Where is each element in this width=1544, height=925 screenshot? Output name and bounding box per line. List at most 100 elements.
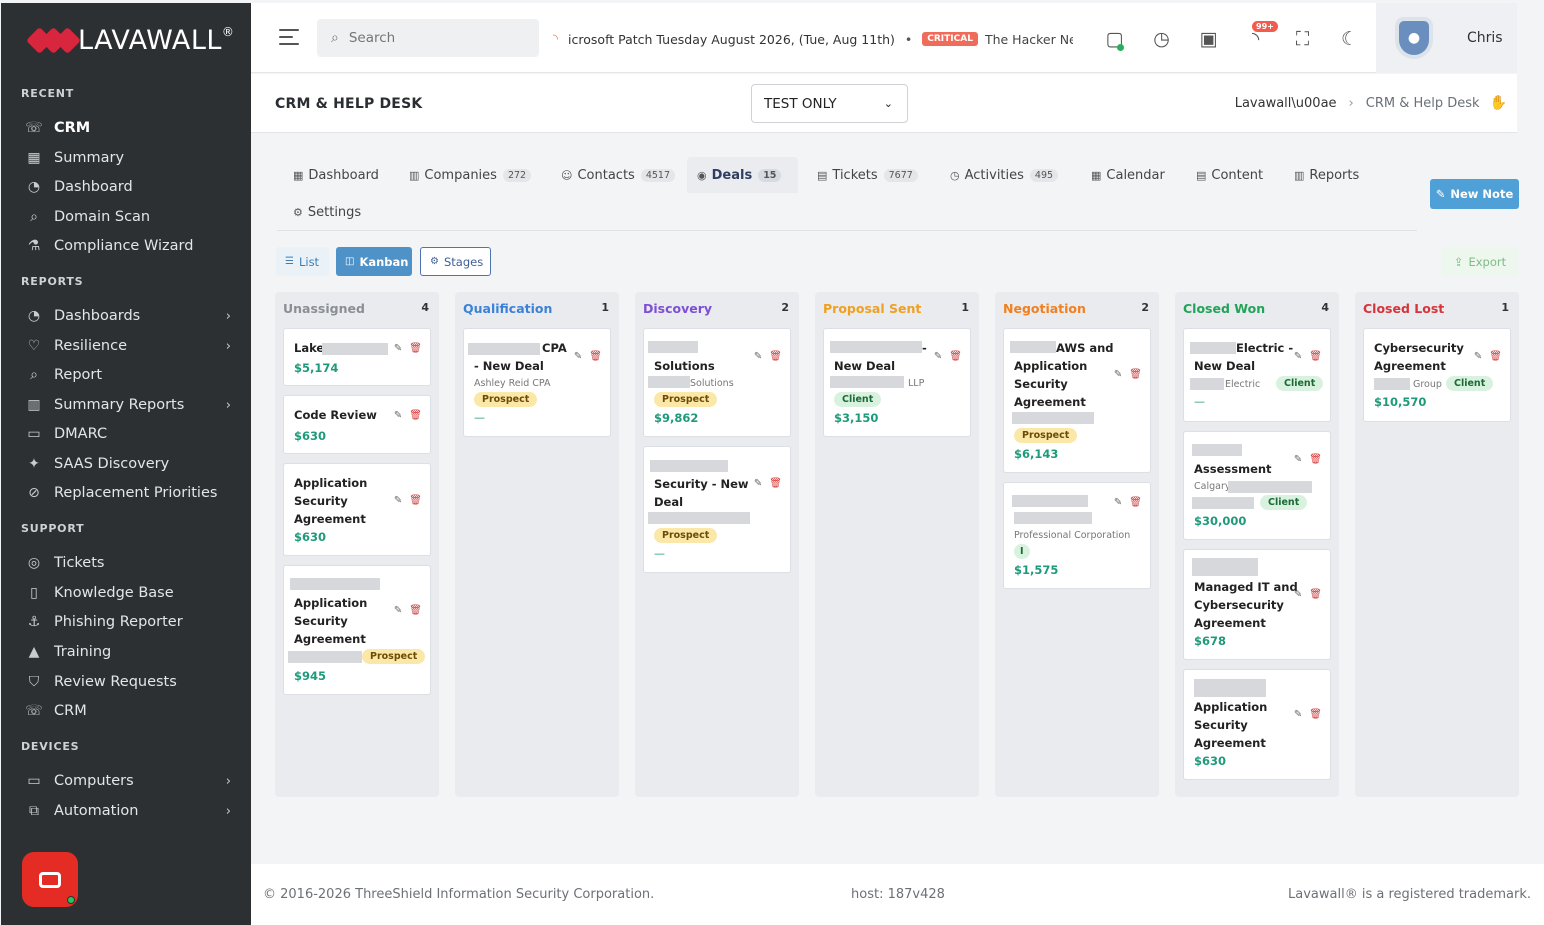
- deal-card[interactable]: CPA - New Deal ✎ 🗑 Ashley Reid CPA Prospe…: [463, 328, 611, 437]
- sidebar-item-training[interactable]: ▲ Training: [25, 640, 237, 664]
- messages-icon[interactable]: ▢: [1091, 25, 1138, 53]
- delete-icon[interactable]: 🗑: [409, 410, 422, 421]
- search-input[interactable]: [348, 30, 509, 46]
- sidebar-item-tickets[interactable]: ◎ Tickets: [25, 551, 237, 575]
- tab-activities[interactable]: ◷ Activities 495: [940, 157, 1068, 193]
- sidebar-item-summary-reports[interactable]: ▥ Summary Reports ›: [25, 393, 237, 417]
- breadcrumb-root[interactable]: Lavawall\u00ae: [1235, 96, 1337, 111]
- export-button[interactable]: ⇪ Export: [1442, 248, 1518, 276]
- delete-icon[interactable]: 🗑: [409, 343, 422, 354]
- tab-deals[interactable]: ◉ Deals 15: [687, 157, 798, 193]
- deal-card[interactable]: Security - New Deal ✎ 🗑 Prospect —: [643, 446, 791, 573]
- sidebar-item-phishing-reporter[interactable]: ⚓ Phishing Reporter: [25, 610, 237, 634]
- delete-icon[interactable]: 🗑: [1309, 351, 1322, 362]
- user-menu[interactable]: ● Chris: [1376, 3, 1517, 73]
- sidebar-item-resilience[interactable]: ♡ Resilience ›: [25, 334, 237, 358]
- sidebar-item-summary[interactable]: ▦ Summary: [25, 146, 237, 170]
- sidebar-item-replacement-priorities[interactable]: ⊘ Replacement Priorities: [25, 481, 237, 505]
- sidebar-item-report[interactable]: ⌕ Report: [25, 363, 237, 387]
- delete-icon[interactable]: 🗑: [1129, 497, 1142, 508]
- timer-icon[interactable]: ◷: [1138, 25, 1185, 53]
- kanban-view-button[interactable]: ◫ Kanban: [336, 247, 412, 276]
- edit-icon[interactable]: ✎: [1294, 454, 1302, 465]
- tab-content[interactable]: ▤ Content: [1186, 157, 1273, 193]
- delete-icon[interactable]: 🗑: [1489, 351, 1502, 362]
- environment-select[interactable]: TEST ONLY ⌄: [751, 84, 908, 123]
- edit-icon[interactable]: ✎: [1294, 589, 1302, 600]
- tab-settings[interactable]: ⚙ Settings: [283, 194, 371, 230]
- tab-count: 495: [1029, 168, 1059, 182]
- delete-icon[interactable]: 🗑: [769, 478, 782, 489]
- deal-card[interactable]: ✎ 🗑 Professional Corporation I $1,575: [1003, 482, 1151, 589]
- edit-icon[interactable]: ✎: [1294, 709, 1302, 720]
- sidebar-item-saas-discovery[interactable]: ✦ SAAS Discovery: [25, 452, 237, 476]
- sidebar-item-dashboards[interactable]: ◔ Dashboards ›: [25, 304, 237, 328]
- deal-card[interactable]: Electric - New Deal ✎ 🗑 Electric Client —: [1183, 328, 1331, 422]
- sidebar-item-automation[interactable]: ⧉ Automation ›: [25, 799, 237, 823]
- sidebar-item-compliance-wizard[interactable]: ⚗ Compliance Wizard: [25, 234, 237, 258]
- tab-reports[interactable]: ▥ Reports: [1284, 157, 1369, 193]
- ticker-text[interactable]: icrosoft Patch Tuesday August 2026, (Tue…: [568, 32, 895, 47]
- edit-icon[interactable]: ✎: [394, 605, 402, 616]
- edit-icon[interactable]: ✎: [394, 410, 402, 421]
- edit-icon[interactable]: ✎: [934, 351, 942, 362]
- edit-icon[interactable]: ✎: [574, 351, 582, 362]
- deal-card[interactable]: Lake ✎ 🗑 $5,174: [283, 328, 431, 386]
- edit-icon[interactable]: ✎: [1114, 369, 1122, 380]
- edit-icon[interactable]: ✎: [754, 478, 762, 489]
- edit-icon[interactable]: ✎: [754, 351, 762, 362]
- deal-card[interactable]: Application Security Agreement ✎ 🗑 $630: [283, 463, 431, 556]
- sidebar-item-crm[interactable]: ☏ CRM: [25, 116, 237, 140]
- sidebar-item-knowledge-base[interactable]: ▯ Knowledge Base: [25, 581, 237, 605]
- edit-icon[interactable]: ✎: [394, 495, 402, 506]
- tab-companies[interactable]: ▥ Companies 272: [399, 157, 541, 193]
- fullscreen-icon[interactable]: ⛶: [1279, 25, 1326, 53]
- list-view-button[interactable]: ☰ List: [276, 247, 329, 276]
- edit-icon[interactable]: ✎: [1294, 351, 1302, 362]
- delete-icon[interactable]: 🗑: [769, 351, 782, 362]
- sidebar-item-label: Computers: [54, 773, 134, 789]
- chat-button[interactable]: [22, 852, 78, 907]
- deal-card[interactable]: Assessment ✎ 🗑 Calgary Client $30,000: [1183, 431, 1331, 540]
- lavawall-logo[interactable]: LAVAWALL®: [26, 25, 234, 56]
- tab-contacts[interactable]: ☺ Contacts 4517: [551, 157, 685, 193]
- edit-icon[interactable]: ✎: [394, 343, 402, 354]
- tab-dashboard[interactable]: ▦ Dashboard: [283, 157, 389, 193]
- sidebar-item-crm-support[interactable]: ☏ CRM: [25, 699, 237, 723]
- delete-icon[interactable]: 🗑: [1309, 589, 1322, 600]
- dark-mode-icon[interactable]: ☾: [1326, 25, 1373, 53]
- deal-card[interactable]: Application Security Agreement ✎ 🗑 Prospe…: [283, 565, 431, 695]
- delete-icon[interactable]: 🗑: [1129, 369, 1142, 380]
- delete-icon[interactable]: 🗑: [1309, 709, 1322, 720]
- news-ticker[interactable]: ◝ icrosoft Patch Tuesday August 2026, (T…: [553, 29, 1073, 49]
- sidebar-item-computers[interactable]: ▭ Computers ›: [25, 769, 237, 793]
- search-box[interactable]: ⌕: [317, 19, 539, 57]
- menu-toggle-icon[interactable]: [279, 29, 299, 50]
- stages-button[interactable]: ⚙ Stages: [420, 247, 491, 276]
- qr-code-icon[interactable]: ▣: [1185, 25, 1232, 53]
- deal-card[interactable]: Managed IT and Cybersecurity Agreement ✎…: [1183, 549, 1331, 660]
- sidebar-item-dashboard[interactable]: ◔ Dashboard: [25, 175, 237, 199]
- sidebar-item-dmarc[interactable]: ▭ DMARC: [25, 422, 237, 446]
- delete-icon[interactable]: 🗑: [409, 605, 422, 616]
- deal-card[interactable]: Code Review ✎ 🗑 $630: [283, 395, 431, 454]
- delete-icon[interactable]: 🗑: [589, 351, 602, 362]
- feed-icon[interactable]: ◝ 99+: [1232, 21, 1279, 53]
- delete-icon[interactable]: 🗑: [409, 495, 422, 506]
- deal-card[interactable]: Cybersecurity Agreement ✎ 🗑 Group Client …: [1363, 328, 1511, 422]
- delete-icon[interactable]: 🗑: [949, 351, 962, 362]
- deal-card[interactable]: Application Security Agreement ✎ 🗑 $630: [1183, 669, 1331, 780]
- delete-icon[interactable]: 🗑: [1309, 454, 1322, 465]
- edit-icon[interactable]: ✎: [1474, 351, 1482, 362]
- tab-calendar[interactable]: ▦ Calendar: [1081, 157, 1175, 193]
- grid-icon: ▦: [27, 150, 41, 166]
- ticker-text-2[interactable]: The Hacker Ne: [985, 32, 1073, 47]
- deal-card[interactable]: - New Deal ✎ 🗑 LLP Client $3,150: [823, 328, 971, 437]
- deal-card[interactable]: Solutions ✎ 🗑 Solutions Prospect $9,862: [643, 328, 791, 437]
- tab-tickets[interactable]: ▤ Tickets 7677: [807, 157, 928, 193]
- deal-card[interactable]: AWS and Application Security Agreement ✎…: [1003, 328, 1151, 473]
- sidebar-item-review-requests[interactable]: ⛉ Review Requests: [25, 670, 237, 694]
- new-note-button[interactable]: ✎ New Note: [1430, 179, 1519, 209]
- sidebar-item-domain-scan[interactable]: ⌕ Domain Scan: [25, 205, 237, 229]
- edit-icon[interactable]: ✎: [1114, 497, 1122, 508]
